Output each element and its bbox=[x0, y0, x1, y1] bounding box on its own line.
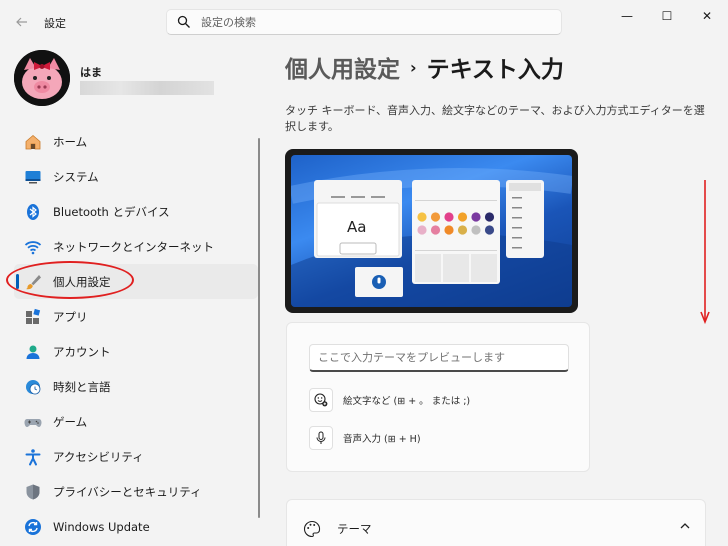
emoji-button[interactable] bbox=[309, 388, 333, 412]
emoji-swatch bbox=[471, 212, 481, 222]
breadcrumb-separator: › bbox=[410, 58, 417, 77]
emoji-swatch bbox=[430, 225, 441, 235]
scroll-down-arrow-annotation bbox=[700, 180, 710, 325]
arrow-left-icon bbox=[16, 17, 27, 27]
update-icon bbox=[24, 518, 42, 536]
emoji-swatch bbox=[457, 212, 468, 222]
bluetooth-icon bbox=[24, 203, 42, 221]
search-input[interactable] bbox=[201, 15, 541, 29]
sidebar-item-gaming[interactable]: ゲーム bbox=[14, 404, 258, 439]
text-input-preview-card: 絵文字など (⊞ + 。 または ;) 音声入力 (⊞ + H) bbox=[286, 322, 590, 472]
user-email-redacted bbox=[80, 81, 214, 95]
sidebar-item-label: プライバシーとセキュリティ bbox=[53, 484, 202, 499]
annotation-circle bbox=[6, 261, 134, 299]
search-icon bbox=[177, 15, 190, 28]
breadcrumb: 個人用設定 › テキスト入力 bbox=[285, 50, 564, 84]
avatar[interactable] bbox=[14, 50, 70, 106]
sidebar-item-label: 時刻と言語 bbox=[53, 379, 111, 394]
globe-clock-icon bbox=[24, 378, 42, 396]
voice-option-label: 音声入力 (⊞ + H) bbox=[343, 434, 421, 445]
sidebar-item-label: ネットワークとインターネット bbox=[53, 239, 214, 254]
theme-preview-image: Aa bbox=[285, 149, 578, 313]
sidebar-item-label: アプリ bbox=[53, 309, 88, 324]
sidebar-item-time-language[interactable]: 時刻と言語 bbox=[14, 369, 258, 404]
emoji-swatch bbox=[417, 225, 427, 235]
sidebar-item-label: Bluetooth とデバイス bbox=[53, 204, 170, 219]
sidebar-scrollbar[interactable] bbox=[258, 138, 260, 518]
close-button[interactable]: ✕ bbox=[684, 3, 728, 29]
emoji-swatch bbox=[484, 225, 495, 235]
user-name: はま bbox=[80, 66, 102, 79]
sidebar-item-label: ゲーム bbox=[53, 414, 88, 429]
monitor-icon bbox=[24, 168, 42, 186]
voice-typing-button[interactable] bbox=[309, 426, 333, 450]
emoji-option: 絵文字など (⊞ + 。 または ;) bbox=[309, 388, 470, 412]
page-description: タッチ キーボード、音声入力、絵文字などのテーマ、および入力方式エディターを選択… bbox=[285, 104, 705, 133]
sidebar-item-apps[interactable]: アプリ bbox=[14, 299, 258, 334]
emoji-swatch bbox=[457, 225, 468, 235]
back-button[interactable] bbox=[10, 10, 34, 34]
chevron-up-icon bbox=[680, 523, 690, 529]
account-icon bbox=[24, 343, 42, 361]
sidebar-item-bluetooth[interactable]: Bluetooth とデバイス bbox=[14, 194, 258, 229]
sidebar-item-label: Windows Update bbox=[53, 519, 150, 534]
voice-option: 音声入力 (⊞ + H) bbox=[309, 426, 421, 450]
gamepad-icon bbox=[24, 413, 42, 431]
search-box[interactable] bbox=[166, 9, 562, 35]
sidebar-item-label: アクセシビリティ bbox=[53, 449, 144, 464]
emoji-swatch bbox=[471, 225, 481, 235]
emoji-swatch bbox=[484, 212, 495, 222]
wifi-icon bbox=[24, 238, 42, 256]
sidebar-nav: ホーム システム Bluetooth とデバイス ネットワークとインターネット … bbox=[14, 124, 258, 544]
emoji-swatch bbox=[444, 212, 454, 222]
sidebar-item-network[interactable]: ネットワークとインターネット bbox=[14, 229, 258, 264]
sidebar-item-label: システム bbox=[53, 169, 99, 184]
keyboard-preview-label: Aa bbox=[347, 218, 367, 236]
palette-icon bbox=[304, 520, 321, 538]
page-title: テキスト入力 bbox=[426, 57, 564, 83]
preview-screen: Aa bbox=[291, 155, 572, 307]
sidebar-item-system[interactable]: システム bbox=[14, 159, 258, 194]
preview-illustration bbox=[291, 168, 572, 307]
accessibility-icon bbox=[24, 448, 42, 466]
theme-label: テーマ bbox=[337, 522, 372, 536]
emoji-swatch bbox=[417, 212, 427, 222]
apps-icon bbox=[24, 308, 42, 326]
app-title: 設定 bbox=[44, 17, 66, 30]
shield-icon bbox=[24, 483, 42, 501]
title-bar: 設定 — ☐ ✕ bbox=[0, 0, 728, 44]
emoji-swatch bbox=[430, 212, 441, 222]
emoji-swatch bbox=[444, 225, 454, 235]
sidebar-item-windows-update[interactable]: Windows Update bbox=[14, 509, 258, 544]
sidebar-item-privacy[interactable]: プライバシーとセキュリティ bbox=[14, 474, 258, 509]
sidebar-item-home[interactable]: ホーム bbox=[14, 124, 258, 159]
pig-avatar-icon bbox=[14, 50, 70, 106]
sidebar-item-accounts[interactable]: アカウント bbox=[14, 334, 258, 369]
theme-preview-input[interactable] bbox=[309, 344, 569, 372]
sidebar-item-label: アカウント bbox=[53, 344, 111, 359]
microphone-icon bbox=[316, 431, 326, 444]
breadcrumb-parent[interactable]: 個人用設定 bbox=[285, 57, 400, 83]
emoji-icon bbox=[314, 393, 328, 407]
home-icon bbox=[24, 133, 42, 151]
sidebar-item-accessibility[interactable]: アクセシビリティ bbox=[14, 439, 258, 474]
emoji-option-label: 絵文字など (⊞ + 。 または ;) bbox=[343, 396, 471, 407]
theme-expander[interactable]: テーマ bbox=[286, 499, 706, 546]
sidebar-item-label: ホーム bbox=[53, 134, 88, 149]
